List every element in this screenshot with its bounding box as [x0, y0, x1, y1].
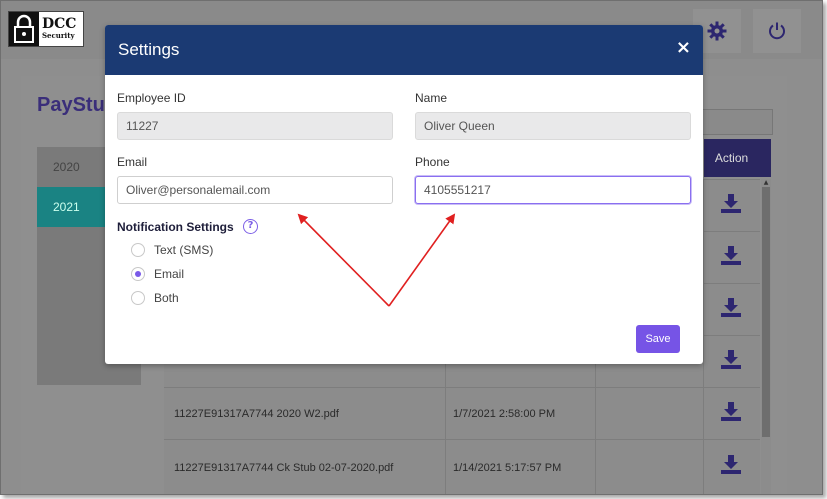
download-icon[interactable]: [719, 297, 743, 319]
page-title: PayStu: [37, 94, 105, 116]
phone-field[interactable]: 4105551217: [415, 176, 691, 204]
radio-label-text-sms: Text (SMS): [154, 243, 214, 257]
file-name: 11227E91317A7744 Ck Stub 02-07-2020.pdf: [164, 440, 446, 494]
file-date: 1/14/2021 5:17:57 PM: [446, 440, 596, 494]
radio-text-sms[interactable]: [131, 243, 145, 257]
power-icon: [769, 22, 785, 40]
download-icon[interactable]: [719, 245, 743, 267]
action-column-header: Action: [704, 139, 759, 177]
notification-settings-label: Notification Settings: [117, 220, 234, 234]
help-icon[interactable]: ?: [243, 219, 258, 234]
name-label: Name: [415, 91, 448, 105]
phone-label: Phone: [415, 155, 450, 169]
employee-id-label: Employee ID: [117, 91, 186, 105]
file-name: 11227E91317A7744 2020 W2.pdf: [164, 388, 446, 439]
logo-text: DCC: [42, 16, 77, 32]
radio-label-email: Email: [154, 267, 185, 281]
email-label: Email: [117, 155, 148, 169]
file-date: 1/7/2021 2:58:00 PM: [446, 388, 596, 439]
scrollbar-thumb[interactable]: [762, 187, 770, 437]
download-icon[interactable]: [719, 193, 743, 215]
settings-modal: Settings × Employee ID 11227 Name Oliver…: [105, 25, 703, 364]
email-field[interactable]: Oliver@personalemail.com: [117, 176, 393, 204]
search-input[interactable]: [701, 109, 773, 135]
logo-subtext: Security: [42, 31, 75, 40]
lock-icon: [9, 12, 39, 46]
logo: DCC Security: [8, 11, 84, 47]
modal-title: Settings: [118, 40, 180, 59]
download-icon[interactable]: [719, 401, 743, 423]
app-window: DCC Security PayStu 2020 2021 Action 112…: [0, 0, 823, 495]
gear-icon: [707, 21, 727, 41]
name-field: Oliver Queen: [415, 112, 691, 140]
column-header-edge: [759, 139, 771, 177]
save-button[interactable]: Save: [636, 325, 680, 353]
radio-email[interactable]: [131, 267, 145, 281]
logout-button[interactable]: [753, 9, 801, 53]
close-icon[interactable]: ×: [676, 37, 691, 58]
table-row: 11227E91317A7744 2020 W2.pdf 1/7/2021 2:…: [164, 387, 760, 439]
employee-id-field: 11227: [117, 112, 393, 140]
scroll-up-arrow-icon[interactable]: ▲: [761, 179, 771, 187]
download-icon[interactable]: [719, 349, 743, 371]
modal-header: Settings ×: [105, 25, 703, 75]
download-icon[interactable]: [719, 454, 743, 476]
table-row: 11227E91317A7744 Ck Stub 02-07-2020.pdf …: [164, 439, 760, 494]
radio-label-both: Both: [154, 291, 179, 305]
radio-both[interactable]: [131, 291, 145, 305]
